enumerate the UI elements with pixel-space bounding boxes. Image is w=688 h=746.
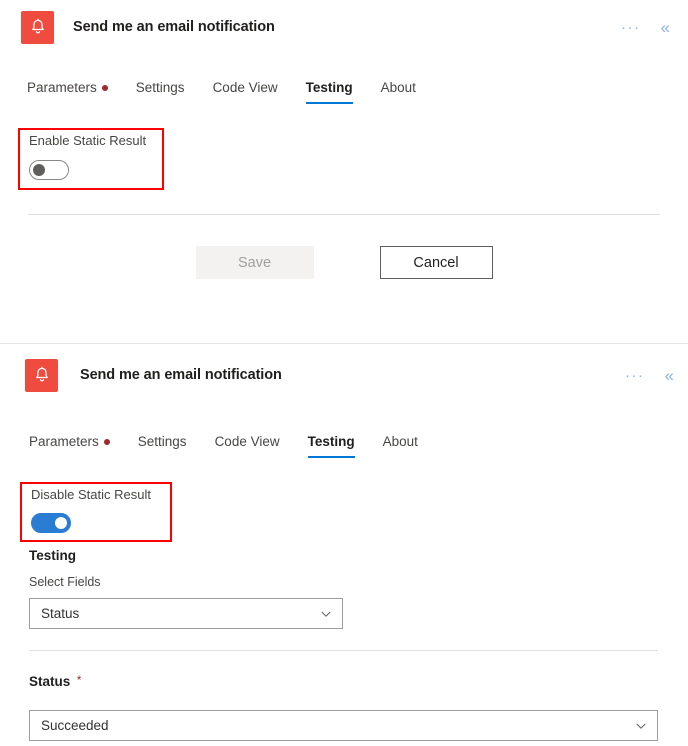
- save-button[interactable]: Save: [195, 246, 314, 279]
- panel-header: Send me an email notification ··· «: [0, 0, 688, 48]
- tab-bar: Parameters Settings Code View Testing Ab…: [0, 434, 432, 458]
- panel-title: Send me an email notification: [73, 19, 275, 35]
- status-value: Succeeded: [41, 718, 109, 733]
- status-section-divider: [29, 650, 658, 651]
- status-label: Status: [29, 674, 71, 689]
- chevron-down-icon: [319, 607, 333, 621]
- enable-static-result-field: Enable Static Result: [29, 133, 146, 185]
- tab-code-view[interactable]: Code View: [201, 434, 294, 458]
- tab-testing[interactable]: Testing: [294, 434, 369, 458]
- section-divider: [28, 214, 660, 215]
- disable-static-result-label: Disable Static Result: [31, 487, 151, 502]
- enable-static-result-toggle[interactable]: [29, 159, 69, 180]
- toggle-knob: [33, 163, 45, 176]
- select-fields-dropdown[interactable]: Status: [29, 598, 343, 629]
- cancel-button[interactable]: Cancel: [379, 246, 493, 279]
- panel-static-result-enabled: Send me an email notification ··· « Para…: [0, 344, 688, 746]
- bell-icon: [21, 10, 54, 44]
- tab-about-label: About: [382, 434, 418, 449]
- action-button-row: Save Cancel: [0, 246, 688, 279]
- tab-settings-label: Settings: [137, 434, 187, 449]
- collapse-chevrons-icon[interactable]: «: [661, 365, 678, 386]
- select-fields-label: Select Fields: [29, 575, 101, 589]
- tab-parameters[interactable]: Parameters: [29, 434, 124, 458]
- status-dropdown[interactable]: Succeeded: [29, 710, 658, 741]
- tab-parameters-dot-icon: [101, 84, 108, 91]
- chevron-down-icon: [634, 719, 648, 733]
- tab-settings-label: Settings: [135, 80, 185, 95]
- testing-section-title: Testing: [29, 548, 76, 563]
- tab-testing-label: Testing: [307, 434, 355, 449]
- select-fields-value: Status: [41, 606, 80, 621]
- disable-static-result-toggle[interactable]: [31, 512, 71, 533]
- tab-testing-label: Testing: [305, 80, 353, 95]
- tab-code-view-label: Code View: [214, 434, 280, 449]
- tab-parameters[interactable]: Parameters: [27, 80, 122, 104]
- tab-testing[interactable]: Testing: [292, 80, 367, 104]
- panel-title: Send me an email notification: [80, 367, 282, 383]
- enable-static-result-label: Enable Static Result: [29, 133, 147, 148]
- tab-bar: Parameters Settings Code View Testing Ab…: [0, 80, 430, 104]
- disable-static-result-field: Disable Static Result: [31, 487, 151, 538]
- tab-settings[interactable]: Settings: [122, 80, 199, 104]
- tab-parameters-dot-icon: [103, 438, 110, 445]
- panel-header: Send me an email notification ··· «: [0, 344, 688, 396]
- tab-settings[interactable]: Settings: [124, 434, 201, 458]
- toggle-knob: [55, 516, 67, 529]
- panel-static-result-disabled: Send me an email notification ··· « Para…: [0, 0, 688, 343]
- tab-parameters-label: Parameters: [29, 434, 99, 449]
- tab-about[interactable]: About: [369, 434, 432, 458]
- required-marker: *: [76, 673, 82, 687]
- tab-parameters-label: Parameters: [27, 80, 97, 95]
- tab-about[interactable]: About: [367, 80, 430, 104]
- bell-icon: [25, 358, 58, 392]
- tab-code-view-label: Code View: [212, 80, 278, 95]
- more-options-icon[interactable]: ···: [619, 364, 651, 387]
- more-options-icon[interactable]: ···: [615, 16, 647, 39]
- tab-about-label: About: [380, 80, 416, 95]
- collapse-chevrons-icon[interactable]: «: [657, 17, 674, 38]
- status-field-label-row: Status *: [29, 673, 81, 691]
- tab-code-view[interactable]: Code View: [199, 80, 292, 104]
